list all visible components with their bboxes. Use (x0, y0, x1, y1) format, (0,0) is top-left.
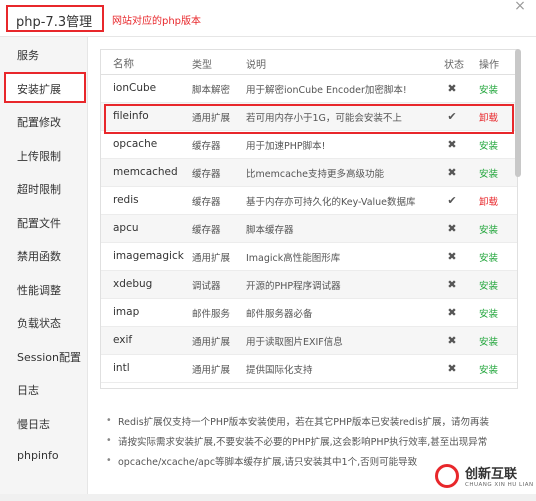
extension-name: exif (113, 334, 133, 346)
not-installed-x-icon: ✖ (447, 166, 457, 179)
table-scrollbar[interactable] (514, 49, 522, 389)
table-row: intl 通用扩展 提供国际化支持 ✖ 安装 (101, 355, 517, 383)
extension-name: redis (113, 194, 139, 206)
install-link[interactable]: 安装 (479, 82, 498, 96)
extension-description: 用于解密ionCube Encoder加密脚本! (246, 85, 407, 96)
extension-name: imagemagick (113, 250, 184, 262)
extension-name: ionCube (113, 82, 157, 94)
table-row: ionCube 脚本解密 用于解密ionCube Encoder加密脚本! ✖ 安装 (101, 75, 517, 103)
install-link[interactable]: 安装 (479, 362, 498, 376)
extension-type: 通用扩展 (192, 253, 231, 264)
table-row: imagemagick 通用扩展 Imagick高性能图形库 ✖ 安装 (101, 243, 517, 271)
table-row: redis 缓存器 基于内存亦可持久化的Key-Value数据库 ✔ 卸载 (101, 187, 517, 215)
column-header-name: 名称 (113, 58, 134, 70)
extension-name: xdebug (113, 278, 153, 290)
sidebar-item[interactable]: 慢日志 (0, 407, 88, 440)
extension-type: 通用扩展 (192, 365, 231, 376)
extension-description: Imagick高性能图形库 (246, 253, 341, 264)
extension-name: intl (113, 362, 130, 374)
not-installed-x-icon: ✖ (447, 278, 457, 291)
extension-description: 邮件服务器必备 (246, 309, 313, 320)
extension-type: 缓存器 (192, 141, 221, 152)
extension-description: 用于读取图片EXIF信息 (246, 337, 343, 348)
extension-type: 调试器 (192, 281, 221, 292)
scrollbar-thumb[interactable] (515, 49, 521, 177)
sidebar-item[interactable]: 配置文件 (0, 206, 88, 239)
extension-name: memcached (113, 166, 178, 178)
extension-description: 用于加速PHP脚本! (246, 141, 326, 152)
column-header-op: 操作 (479, 60, 499, 71)
bullet-icon: • (106, 415, 112, 426)
note-item: • Redis扩展仅支持一个PHP版本安装使用，若在其它PHP版本已安装redi… (106, 415, 490, 428)
extension-type: 邮件服务 (192, 309, 231, 320)
close-icon[interactable]: × (512, 0, 528, 14)
not-installed-x-icon: ✖ (447, 306, 457, 319)
watermark-text: 创新互联 (465, 467, 518, 482)
highlight-box (104, 104, 514, 134)
sidebar-item[interactable]: 服务 (0, 38, 88, 71)
title-bar: php-7.3管理 网站对应的php版本 × (0, 0, 536, 37)
note-item: • 请按实际需求安装扩展,不要安装不必要的PHP扩展,这会影响PHP执行效率,甚… (106, 435, 488, 448)
table-row: apcu 缓存器 脚本缓存器 ✖ 安装 (101, 215, 517, 243)
not-installed-x-icon: ✖ (447, 334, 457, 347)
title-annotation: 网站对应的php版本 (112, 16, 202, 27)
bullet-icon: • (106, 455, 112, 466)
install-link[interactable]: 安装 (479, 306, 498, 320)
not-installed-x-icon: ✖ (447, 362, 457, 375)
sidebar-item[interactable]: 日志 (0, 373, 88, 406)
extension-name: opcache (113, 138, 158, 150)
install-link[interactable]: 安装 (479, 166, 498, 180)
sidebar-item[interactable]: phpinfo (0, 440, 88, 473)
not-installed-x-icon: ✖ (447, 82, 457, 95)
table-row: imap 邮件服务 邮件服务器必备 ✖ 安装 (101, 299, 517, 327)
column-header-desc: 说明 (246, 60, 266, 71)
extension-type: 缓存器 (192, 225, 221, 236)
column-header-state: 状态 (444, 60, 464, 71)
not-installed-x-icon: ✖ (447, 222, 457, 235)
table-row: exif 通用扩展 用于读取图片EXIF信息 ✖ 安装 (101, 327, 517, 355)
table-row: opcache 缓存器 用于加速PHP脚本! ✖ 安装 (101, 131, 517, 159)
extension-type: 通用扩展 (192, 337, 231, 348)
table-row: xdebug 调试器 开源的PHP程序调试器 ✖ 安装 (101, 271, 517, 299)
install-link[interactable]: 安装 (479, 138, 498, 152)
sidebar-item[interactable]: 负载状态 (0, 306, 88, 339)
sidebar-item[interactable]: 安装扩展 (4, 72, 86, 103)
bottom-strip (0, 494, 536, 501)
install-link[interactable]: 安装 (479, 250, 498, 264)
bullet-icon: • (106, 435, 112, 446)
table-row: memcached 缓存器 比memcache支持更多高级功能 ✖ 安装 (101, 159, 517, 187)
extension-description: 脚本缓存器 (246, 225, 294, 236)
extension-type: 脚本解密 (192, 85, 231, 96)
sidebar-item[interactable]: 配置修改 (0, 105, 88, 138)
extension-description: 比memcache支持更多高级功能 (246, 169, 384, 180)
sidebar-item[interactable]: Session配置 (0, 340, 88, 373)
installed-check-icon: ✔ (447, 194, 457, 207)
extension-description: 开源的PHP程序调试器 (246, 281, 341, 292)
sidebar-item[interactable]: 性能调整 (0, 273, 88, 306)
install-link[interactable]: 安装 (479, 222, 498, 236)
uninstall-link[interactable]: 卸载 (479, 194, 498, 208)
watermark: 创新互联 CHUANG XIN HU LIAN (435, 462, 535, 496)
watermark-subtext: CHUANG XIN HU LIAN (465, 482, 534, 488)
extension-type: 缓存器 (192, 197, 221, 208)
brand-logo-icon (435, 464, 459, 488)
table-header: 名称 类型 说明 状态 操作 (101, 50, 517, 75)
extension-name: apcu (113, 222, 139, 234)
sidebar-item[interactable]: 超时限制 (0, 172, 88, 205)
extension-name: imap (113, 306, 140, 318)
extension-type: 缓存器 (192, 169, 221, 180)
extension-description: 基于内存亦可持久化的Key-Value数据库 (246, 197, 416, 208)
sidebar-item[interactable]: 上传限制 (0, 139, 88, 172)
install-link[interactable]: 安装 (479, 334, 498, 348)
not-installed-x-icon: ✖ (447, 250, 457, 263)
install-link[interactable]: 安装 (479, 278, 498, 292)
extension-table: 名称 类型 说明 状态 操作 ionCube 脚本解密 用于解密ionCube Encoder… (100, 49, 518, 389)
sidebar: 服务 安装扩展 配置修改 上传限制 超时限制 配置文件 禁用函数 性能调整 负载状态 Sessio… (0, 37, 88, 501)
extension-description: 提供国际化支持 (246, 365, 313, 376)
not-installed-x-icon: ✖ (447, 138, 457, 151)
column-header-type: 类型 (192, 60, 212, 71)
window-title: php-7.3管理 (6, 5, 104, 32)
sidebar-item[interactable]: 禁用函数 (0, 239, 88, 272)
